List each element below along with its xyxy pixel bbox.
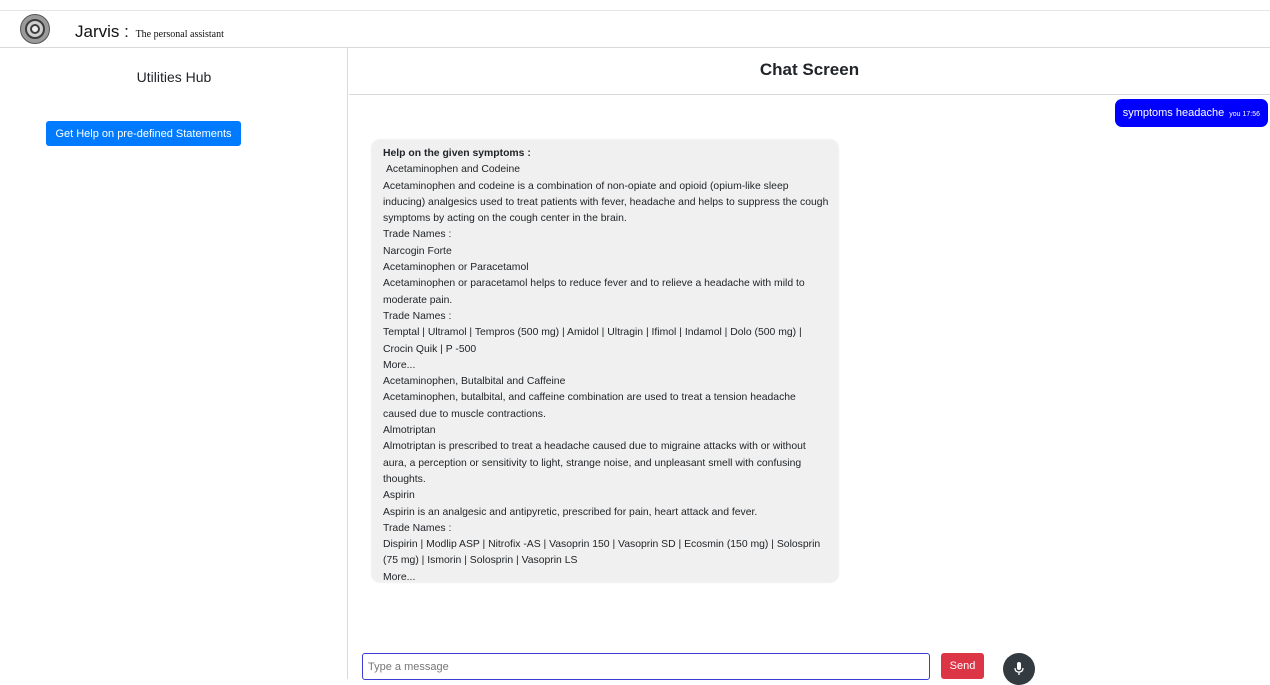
bot-message-line: Aspirin (383, 490, 415, 502)
bot-message-line: Temptal | Ultramol | Tempros (500 mg) | … (383, 327, 802, 355)
sidebar-title: Utilities Hub (136, 69, 212, 85)
logo-inner-ring (30, 24, 40, 34)
bot-message-line: Acetaminophen or Paracetamol (383, 262, 529, 274)
bot-message-line: Aspirin is an analgesic and antipyretic,… (383, 506, 758, 518)
bot-message-content: Help on the given symptoms : Acetaminoph… (372, 140, 838, 582)
bot-message-more-link[interactable]: More... (383, 570, 830, 582)
top-bar: Jarvis : The personal assistant (0, 10, 1270, 48)
app-brand: Jarvis : The personal assistant (75, 22, 224, 42)
user-message-text: symptoms headache (1122, 107, 1225, 119)
bot-message-line: Almotriptan (383, 425, 436, 437)
microphone-icon (1014, 662, 1024, 675)
bot-message-line: Dispirin | Modlip ASP | Nitrofix -AS | V… (383, 539, 821, 567)
user-message-meta: you 17:56 (1229, 111, 1260, 118)
bot-message-line: Trade Names : (383, 310, 452, 322)
user-message-bubble: symptoms headache you 17:56 (1114, 99, 1268, 127)
microphone-button[interactable] (1003, 653, 1035, 685)
bot-message-line: Acetaminophen, Butalbital and Caffeine (383, 376, 566, 388)
bot-message-bubble[interactable]: Help on the given symptoms : Acetaminoph… (372, 140, 838, 582)
bot-message-line: Trade Names : (383, 522, 452, 534)
emblem-logo (20, 14, 50, 44)
send-button[interactable]: Send (941, 653, 984, 679)
bot-message-line: Acetaminophen, butalbital, and caffeine … (383, 392, 796, 420)
app-name: Jarvis : (75, 22, 129, 41)
bot-message-line: Almotriptan is prescribed to treat a hea… (383, 441, 806, 485)
bot-message-line: Acetaminophen and codeine is a combinati… (383, 180, 829, 225)
bot-message-line: Acetaminophen or paracetamol helps to re… (383, 278, 805, 306)
chat-title: Chat Screen (349, 48, 1270, 95)
bot-message-line: Acetaminophen and Codeine (386, 164, 521, 176)
message-input[interactable] (362, 653, 930, 680)
bot-message-line: Trade Names : (383, 229, 452, 241)
bot-message-line: Narcogin Forte (383, 245, 452, 257)
bot-message-heading: Help on the given symptoms : (383, 148, 531, 159)
bot-message-more-link[interactable]: More... (383, 358, 830, 374)
help-predefined-statements-button[interactable]: Get Help on pre-defined Statements (46, 121, 241, 146)
sidebar: Utilities Hub Get Help on pre-defined St… (0, 48, 348, 679)
app-subtitle: The personal assistant (135, 29, 224, 40)
